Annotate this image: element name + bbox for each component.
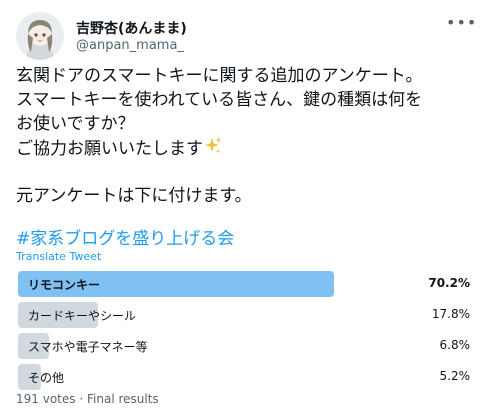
- poll-option: スマホや電子マネー等 6.8%: [16, 332, 472, 360]
- more-horizontal-icon: •••: [446, 13, 478, 32]
- poll-footer: 191 votes · Final results: [16, 392, 159, 406]
- avatar-illustration: [16, 12, 64, 60]
- poll: リモコンキー 70.2% カードキーやシール 17.8% スマホや電子マネー等 …: [16, 270, 472, 394]
- tweet-line: スマートキーを使われている皆さん、鍵の種類は何を: [16, 90, 423, 110]
- poll-vote-count: 191 votes: [16, 392, 76, 406]
- tweet-line: ご協力お願いいたします: [16, 139, 203, 159]
- poll-option: カードキーやシール 17.8%: [16, 301, 472, 329]
- poll-option: リモコンキー 70.2%: [16, 270, 472, 298]
- poll-option-label: その他: [28, 371, 65, 385]
- tweet-header: 吉野杏(あんまま) @anpan_mama_ •••: [16, 12, 476, 60]
- more-options-button[interactable]: •••: [446, 15, 476, 34]
- poll-footer-separator: ·: [79, 392, 84, 406]
- poll-option: その他 5.2%: [16, 363, 472, 391]
- poll-option-label: リモコンキー: [28, 278, 101, 292]
- tweet-line: お使いですか？: [16, 114, 135, 134]
- poll-option-percent: 17.8%: [431, 307, 470, 321]
- tweet-line: 元アンケートは下に付けます。: [16, 186, 252, 206]
- author-name[interactable]: 吉野杏(あんまま): [76, 18, 187, 38]
- tweet-line: 玄関ドアのスマートキーに関する追加のアンケート。: [16, 66, 423, 86]
- poll-option-percent: 70.2%: [428, 276, 470, 290]
- translate-tweet-link[interactable]: Translate Tweet: [16, 250, 101, 263]
- poll-option-percent: 6.8%: [439, 338, 471, 352]
- hashtag-link[interactable]: #家系ブログを盛り上げる会: [16, 224, 234, 249]
- poll-option-label: スマホや電子マネー等: [28, 340, 148, 354]
- poll-option-label: カードキーやシール: [28, 309, 137, 323]
- author-handle[interactable]: @anpan_mama_: [76, 38, 184, 53]
- poll-status: Final results: [87, 392, 159, 406]
- tweet-text: 玄関ドアのスマートキーに関する追加のアンケート。 スマートキーを使われている皆さ…: [16, 64, 472, 208]
- tweet-line-with-emoji: ご協力お願いいたします: [16, 136, 472, 160]
- avatar[interactable]: [16, 12, 64, 60]
- poll-option-percent: 5.2%: [439, 369, 471, 383]
- sparkles-icon: [203, 136, 223, 163]
